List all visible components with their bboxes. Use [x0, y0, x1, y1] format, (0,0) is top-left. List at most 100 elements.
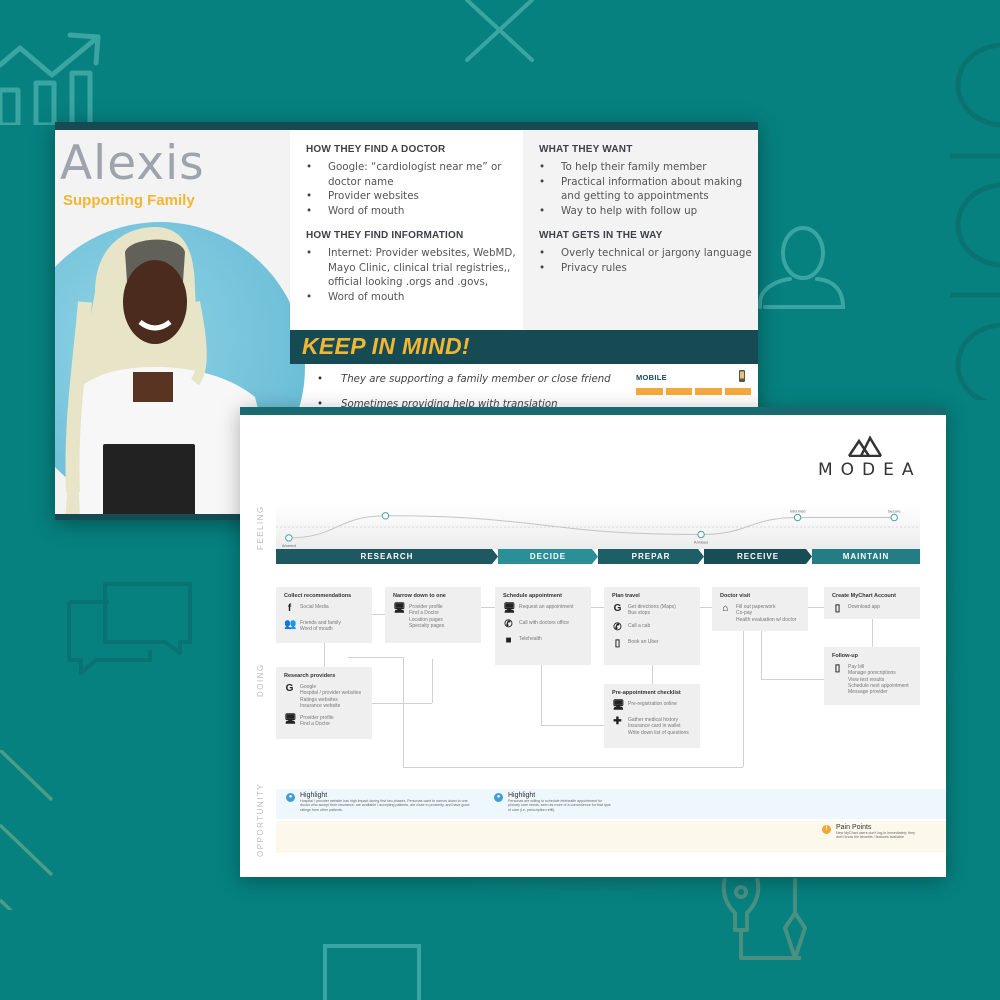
step-title: Collect recommendations — [284, 593, 352, 599]
section-heading: WHAT GETS IN THE WAY — [539, 230, 663, 241]
step-item: 🖥 Pre-registration online — [612, 701, 692, 711]
flow-connector — [591, 607, 604, 608]
desktop-icon: 🖥 — [612, 700, 625, 711]
highlight-text: Hospital / provider website has high imp… — [300, 799, 470, 812]
highlight-text: Personas are willing to schedule telehea… — [508, 799, 611, 812]
mobile-phone-icon: ▯ — [614, 637, 621, 649]
section-list: Google: “cardiologist near me” or doctor… — [306, 160, 522, 218]
highlight-note: ● Highlight Personas are willing to sche… — [494, 792, 612, 812]
section-heading: HOW THEY FIND INFORMATION — [306, 230, 464, 241]
step-title: Narrow down to one — [393, 593, 446, 599]
step-item: ▯ Pay bill Manage prescriptions View test r… — [832, 664, 912, 696]
step-title: Doctor visit — [720, 593, 751, 599]
flow-connector — [432, 659, 433, 703]
flow-connector — [808, 607, 824, 608]
list-item: Google: “cardiologist near me” or doctor… — [306, 160, 522, 189]
google-icon: G — [285, 683, 294, 694]
channel-label: MOBILE — [636, 373, 667, 382]
feeling-row-label: FEELING — [256, 505, 265, 550]
list-item: To help their family member — [539, 160, 758, 175]
pain-point-title: Pain Points — [836, 824, 872, 831]
step-item-text: Insurance website — [300, 702, 341, 709]
step-item: 🖥 Provider profile Find a Doctor Location p… — [393, 604, 473, 629]
section-heading: HOW THEY FIND A DOCTOR — [306, 144, 446, 155]
step-item-text: Request an appointment — [519, 604, 574, 610]
highlight-title: Highlight — [300, 792, 328, 799]
square-outline-decoration — [323, 944, 421, 1000]
journey-step-card: Create MyChart Account ▯ Download app — [824, 587, 920, 619]
brand-logo: MODEA — [810, 435, 920, 480]
doing-row-label: DOING — [256, 663, 265, 697]
emotion-label: Secure — [888, 509, 901, 514]
highlight-note: ● Highlight Hospital / provider website … — [286, 792, 476, 812]
emotion-label: Worried — [282, 543, 296, 548]
flow-connector — [541, 665, 542, 725]
step-item: ■ Telehealth — [503, 636, 583, 646]
flow-connector — [652, 665, 653, 684]
step-item: f Social Media — [284, 604, 364, 614]
step-item: ✚ Gather medical history Insurance card in… — [612, 717, 692, 736]
step-item: 🖥 Provider profile Find a Doctor — [284, 715, 364, 728]
pain-point-text: New MyChart users don't log-in immediate… — [836, 831, 915, 840]
journey-step-card: Schedule appointment 🖥 Request an appointm… — [495, 587, 591, 665]
step-title: Follow-up — [832, 653, 858, 659]
channel-level-segment — [665, 388, 692, 395]
step-item-text: Health evaluation w/ doctor — [736, 616, 797, 623]
flow-connector — [761, 679, 824, 680]
step-item-text: Telehealth — [519, 636, 542, 642]
mobile-phone-icon: ▯ — [834, 603, 841, 614]
medical-cross-icon: ✚ — [613, 716, 622, 727]
phone-icon: ✆ — [613, 621, 622, 633]
flow-connector — [872, 619, 873, 647]
phase-prepar: PREPAR — [598, 549, 704, 564]
step-item: G Google Hospital / provider websites Ratin… — [284, 684, 364, 709]
step-item: ⌂ Fill out paperwork Co-pay Health evaluati… — [720, 604, 800, 623]
step-item-text: Hospital / provider websites — [300, 690, 362, 697]
persona-name: Alexis — [60, 136, 205, 191]
growth-chart-icon — [0, 32, 101, 125]
step-item-text: Download app — [848, 604, 880, 610]
persona-role: Supporting Family — [63, 192, 195, 209]
pain-point-note: ! Pain Points New MyChart users don't lo… — [822, 824, 922, 840]
phase-research: RESEARCH — [276, 549, 498, 564]
list-item: Provider websites — [306, 189, 522, 204]
flow-connector — [761, 631, 762, 679]
step-item-text: Location pages — [409, 616, 443, 623]
flow-connector — [481, 607, 495, 608]
opportunity-row-label: OPPORTUNITY — [256, 782, 265, 857]
chat-bubbles-icon — [67, 582, 192, 675]
list-item: Internet: Provider websites, WebMD, Mayo… — [306, 246, 522, 290]
journey-map-card: MODEA FEELING Worried Anxious Informed Secu… — [240, 407, 946, 877]
journey-phases: RESEARCH DECIDE PREPAR RECEIVE MAINTAIN — [276, 549, 920, 564]
flow-connector — [324, 643, 325, 667]
keep-in-mind-banner: KEEP IN MIND! — [290, 330, 758, 364]
journey-top-bar — [240, 407, 946, 415]
emotion-point — [381, 512, 390, 520]
flow-connector — [372, 614, 385, 615]
phase-maintain: MAINTAIN — [812, 549, 920, 564]
list-item: Word of mouth — [306, 290, 522, 305]
journey-step-card: Narrow down to one 🖥 Provider profile Find … — [385, 587, 481, 643]
video-camera-icon: ■ — [505, 635, 512, 646]
step-item: 🖥 Request an appointment — [503, 604, 583, 614]
step-item-text: Write down list of questions — [628, 729, 689, 736]
flow-connector — [372, 703, 432, 704]
channel-level-segment — [724, 388, 751, 395]
flow-connector — [541, 725, 604, 726]
house-icon: ⌂ — [722, 603, 729, 614]
list-item: Overly technical or jargony language — [539, 246, 758, 261]
step-item: 👥 Friends and family Word of mouth — [284, 620, 364, 633]
desktop-icon: 🖥 — [503, 603, 516, 614]
desktop-icon: 🖥 — [393, 603, 406, 614]
journey-step-card: Plan travel G Get directions (Maps) Bus sto… — [604, 587, 700, 665]
step-title: Pre-appointment checklist — [612, 690, 681, 696]
keep-in-mind-title: KEEP IN MIND! — [302, 333, 470, 359]
journey-step-card: Doctor visit ⌂ Fill out paperwork Co-pay Hea… — [712, 587, 808, 631]
people-icon: 👥 — [284, 619, 297, 630]
step-item-text: Social Media — [300, 604, 329, 610]
emotion-curve — [288, 515, 895, 539]
step-item-text: Insurance card in wallet — [628, 723, 681, 730]
step-item-text: Pre-registration online — [628, 701, 677, 707]
journey-step-card: Collect recommendations f Social Media 👥 Fri… — [276, 587, 372, 643]
emotion-label: Informed — [790, 509, 806, 514]
